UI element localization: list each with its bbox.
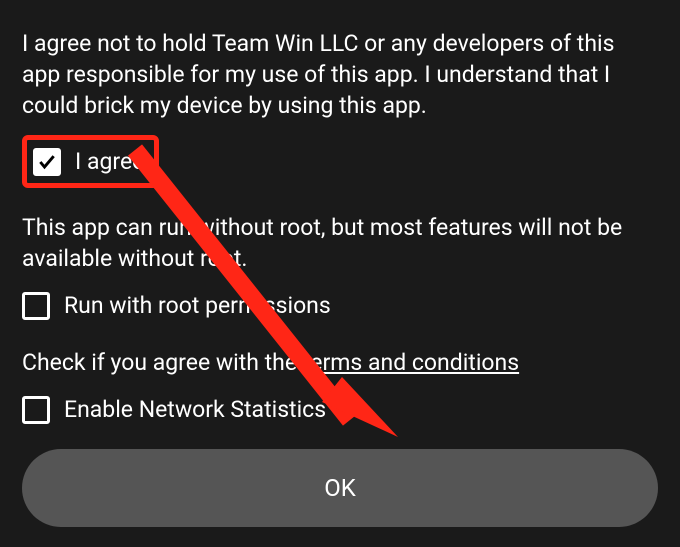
agree-checkbox-label: I agree xyxy=(75,146,144,177)
terms-and-conditions-link[interactable]: terms and conditions xyxy=(303,349,519,376)
ok-button-label: OK xyxy=(324,472,356,504)
network-stats-checkbox[interactable] xyxy=(22,396,50,424)
network-stats-row[interactable]: Enable Network Statistics xyxy=(22,392,658,427)
ok-button[interactable]: OK xyxy=(22,449,658,527)
agree-checkbox[interactable] xyxy=(33,148,61,176)
root-permissions-label: Run with root permissions xyxy=(64,290,331,321)
terms-text: Check if you agree with the terms and co… xyxy=(22,347,658,378)
root-permissions-checkbox[interactable] xyxy=(22,292,50,320)
liability-text: I agree not to hold Team Win LLC or any … xyxy=(22,28,658,121)
terms-prefix: Check if you agree with the xyxy=(22,349,303,376)
network-stats-label: Enable Network Statistics xyxy=(64,394,326,425)
root-info-text: This app can run without root, but most … xyxy=(22,212,658,274)
root-permissions-row[interactable]: Run with root permissions xyxy=(22,288,658,323)
agree-highlight-annotation: I agree xyxy=(22,135,159,188)
checkmark-icon xyxy=(37,152,57,172)
